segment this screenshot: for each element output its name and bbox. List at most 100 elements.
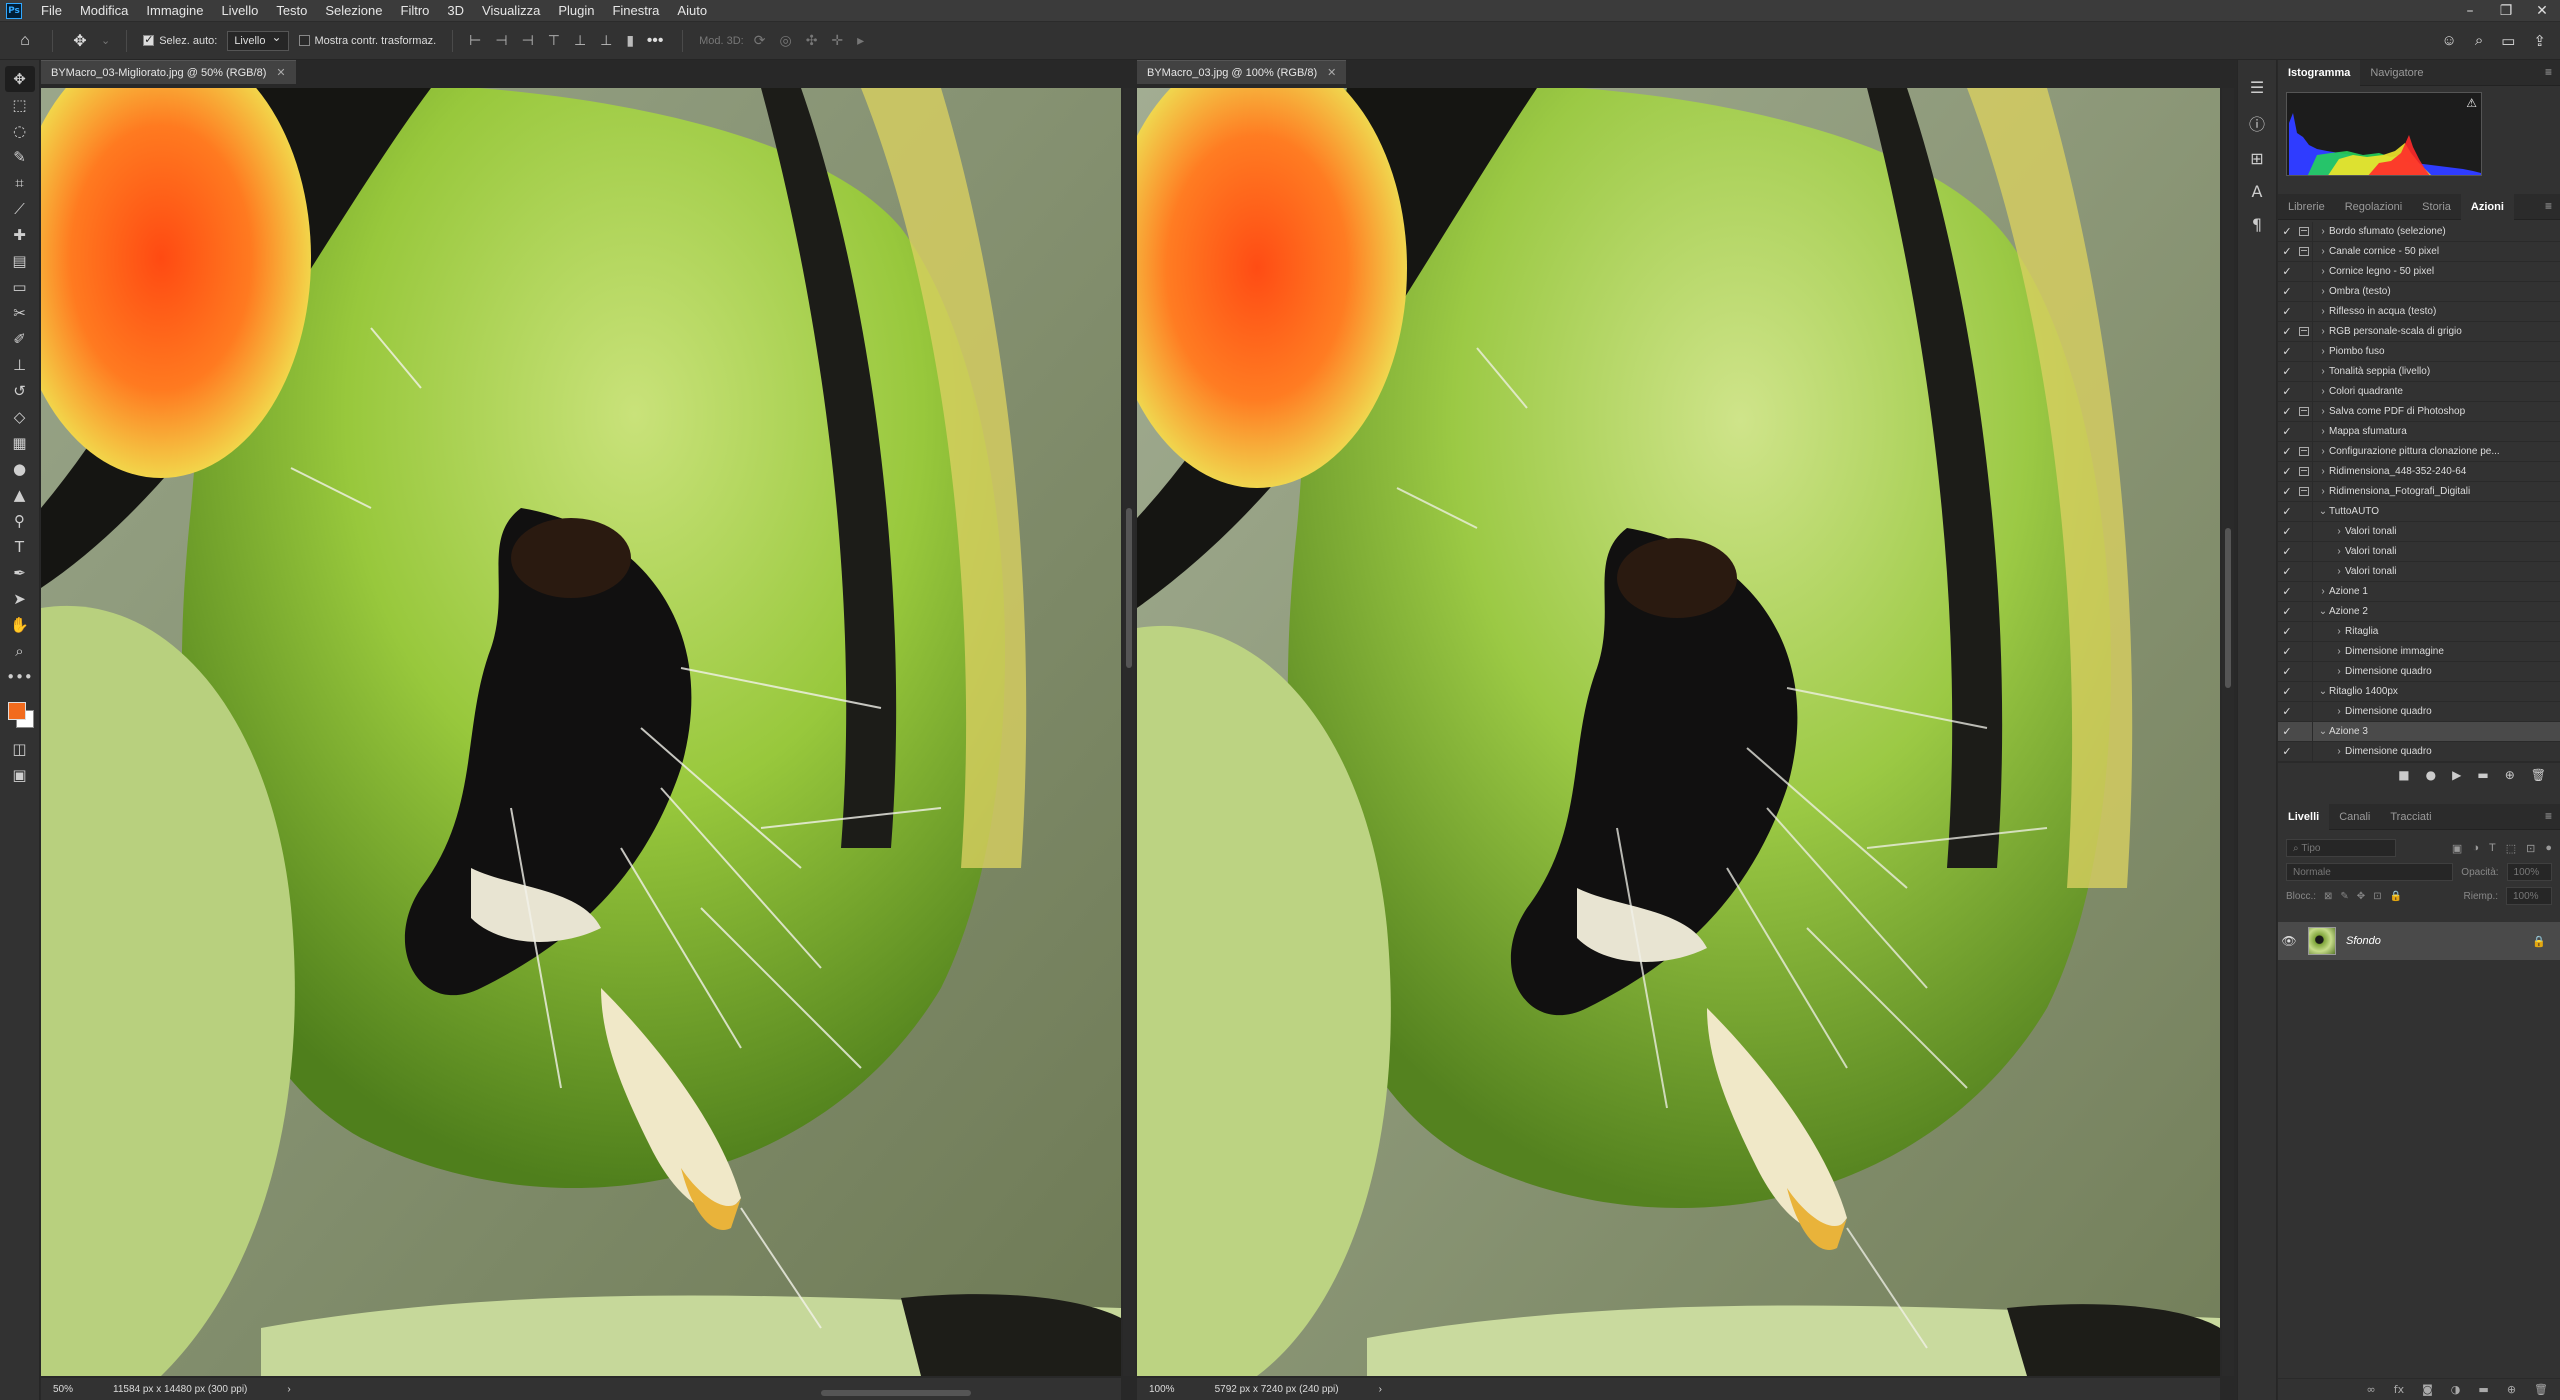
home-icon[interactable]: ⌂ [14,32,36,50]
document-size-left[interactable]: 11584 px x 14480 px (300 ppi) [113,1384,247,1395]
toggle-dialog-icon[interactable] [2296,727,2312,737]
action-row[interactable]: ✓ › Riflesso in acqua (testo) [2278,301,2560,322]
workspace-icon[interactable]: ▭ [2501,32,2515,50]
move-tool-icon[interactable]: ✥ [4,66,35,92]
toggle-item-checkmark-icon[interactable]: ✓ [2278,585,2296,598]
record-icon[interactable]: ● [2426,768,2436,782]
filter-toggle-icon[interactable]: ● [2545,842,2552,855]
3d-scale-icon[interactable]: ▸ [857,32,864,49]
toggle-item-checkmark-icon[interactable]: ✓ [2278,245,2296,258]
action-row[interactable]: ✓ ⌄ TuttoAUTO [2278,501,2560,522]
toggle-item-checkmark-icon[interactable]: ✓ [2278,385,2296,398]
action-row[interactable]: ✓ › Dimensione immagine [2278,641,2560,662]
document-size-right[interactable]: 5792 px x 7240 px (240 ppi) [1215,1384,1339,1395]
blur-tool-icon[interactable]: ● [5,456,35,482]
toggle-item-checkmark-icon[interactable]: ✓ [2278,465,2296,478]
chevron-right-icon[interactable]: › [2317,346,2329,357]
toggle-item-checkmark-icon[interactable]: ✓ [2278,325,2296,338]
fill-input[interactable]: 100% [2506,887,2552,905]
toggle-item-checkmark-icon[interactable]: ✓ [2278,685,2296,698]
align-left-icon[interactable]: ⊢ [469,32,481,49]
lock-position-icon[interactable]: ✥ [2357,891,2365,902]
zoom-level-left[interactable]: 50% [53,1384,73,1395]
vertical-scrollbar-right[interactable] [2222,88,2234,1376]
menu-immagine[interactable]: Immagine [137,3,212,18]
tab-navigatore[interactable]: Navigatore [2360,60,2433,86]
ruler-tool-icon[interactable]: ▤ [5,248,35,274]
toggle-dialog-icon[interactable] [2296,607,2312,617]
action-row[interactable]: ✓ › Piombo fuso [2278,341,2560,362]
marquee-tool-icon[interactable]: ⬚ [5,92,35,118]
share-icon[interactable]: ⇪ [2533,32,2546,50]
toggle-item-checkmark-icon[interactable]: ✓ [2278,645,2296,658]
adjustment-filter-icon[interactable]: ◑ [2472,842,2479,855]
toggle-dialog-icon[interactable] [2296,467,2312,477]
clone-stamp-tool-icon[interactable]: ⊥ [5,352,35,378]
toggle-dialog-icon[interactable] [2296,547,2312,557]
action-row[interactable]: ✓ › Valori tonali [2278,561,2560,582]
document-tab-left[interactable]: BYMacro_03-Migliorato.jpg @ 50% (RGB/8) … [41,60,296,84]
chevron-right-icon[interactable]: › [2317,226,2329,237]
toggle-item-checkmark-icon[interactable]: ✓ [2278,345,2296,358]
auto-select-checkbox[interactable]: Selez. auto: [143,33,217,47]
distribute-icon[interactable]: ▮ [626,32,634,49]
toggle-dialog-icon[interactable] [2296,247,2312,257]
toggle-item-checkmark-icon[interactable]: ✓ [2278,565,2296,578]
healing-brush-tool-icon[interactable]: ✚ [5,222,35,248]
align-bottom-icon[interactable]: ⊥ [600,32,612,49]
edit-toolbar-icon[interactable]: ••• [5,664,35,690]
toggle-item-checkmark-icon[interactable]: ✓ [2278,365,2296,378]
delete-layer-icon[interactable]: 🗑 [2534,1383,2548,1396]
tab-tracciati[interactable]: Tracciati [2380,804,2441,830]
toggle-item-checkmark-icon[interactable]: ✓ [2278,265,2296,278]
toggle-dialog-icon[interactable] [2296,327,2312,337]
link-layers-icon[interactable]: ∞ [2367,1383,2376,1396]
screen-mode-icon[interactable]: ▣ [5,762,35,788]
hand-tool-icon[interactable]: ✋ [5,612,35,638]
menu-plugin[interactable]: Plugin [549,3,603,18]
chevron-right-icon[interactable]: › [2317,446,2329,457]
stop-icon[interactable]: ■ [2398,768,2409,782]
toggle-dialog-icon[interactable] [2296,747,2312,757]
content-aware-move-icon[interactable]: ✂ [5,300,35,326]
pixel-filter-icon[interactable]: ▣ [2452,842,2462,855]
align-hcenter-icon[interactable]: ⊣ [495,32,507,49]
action-row[interactable]: ✓ › Valori tonali [2278,521,2560,542]
cache-warning-icon[interactable]: ⚠ [2466,96,2477,110]
menu-visualizza[interactable]: Visualizza [473,3,549,18]
zoom-level-right[interactable]: 100% [1149,1384,1175,1395]
more-options-icon[interactable]: ••• [644,32,666,50]
chevron-right-icon[interactable]: › [2317,386,2329,397]
paragraph-icon[interactable]: ¶ [2252,215,2262,234]
tab-canali[interactable]: Canali [2329,804,2380,830]
new-layer-icon[interactable]: ⊕ [2507,1383,2516,1396]
close-window-button[interactable]: ✕ [2524,0,2560,22]
chevron-right-icon[interactable]: › [2317,466,2329,477]
chevron-right-icon[interactable]: › [2317,406,2329,417]
menu-aiuto[interactable]: Aiuto [668,3,716,18]
toggle-dialog-icon[interactable] [2296,387,2312,397]
action-row[interactable]: ✓ › Ridimensiona_Fotografi_Digitali [2278,481,2560,502]
toggle-item-checkmark-icon[interactable]: ✓ [2278,425,2296,438]
action-row[interactable]: ✓ › Bordo sfumato (selezione) [2278,222,2560,242]
toggle-item-checkmark-icon[interactable]: ✓ [2278,745,2296,758]
minimize-button[interactable]: – [2452,0,2488,22]
toggle-dialog-icon[interactable] [2296,307,2312,317]
action-row[interactable]: ✓ › Cornice legno - 50 pixel [2278,261,2560,282]
tab-azioni[interactable]: Azioni [2460,193,2514,220]
chevron-right-icon[interactable]: › [2317,306,2329,317]
chevron-right-icon[interactable]: › [2317,266,2329,277]
action-row[interactable]: ✓ › Ombra (testo) [2278,281,2560,302]
tab-regolazioni[interactable]: Regolazioni [2335,194,2412,220]
restore-button[interactable]: ❐ [2488,0,2524,22]
action-row[interactable]: ✓ ⌄ Azione 2 [2278,601,2560,622]
menu-3d[interactable]: 3D [438,3,473,18]
toggle-item-checkmark-icon[interactable]: ✓ [2278,505,2296,518]
new-set-icon[interactable]: ▬ [2477,768,2488,782]
preset-chevron-icon[interactable]: ⌄ [101,34,110,47]
chevron-right-icon[interactable]: › [2333,546,2345,557]
panel-menu-icon[interactable]: ≡ [2545,809,2552,823]
vertical-scrollbar-left[interactable] [1123,88,1135,1376]
toggle-dialog-icon[interactable] [2296,287,2312,297]
tab-istogramma[interactable]: Istogramma [2278,59,2361,86]
